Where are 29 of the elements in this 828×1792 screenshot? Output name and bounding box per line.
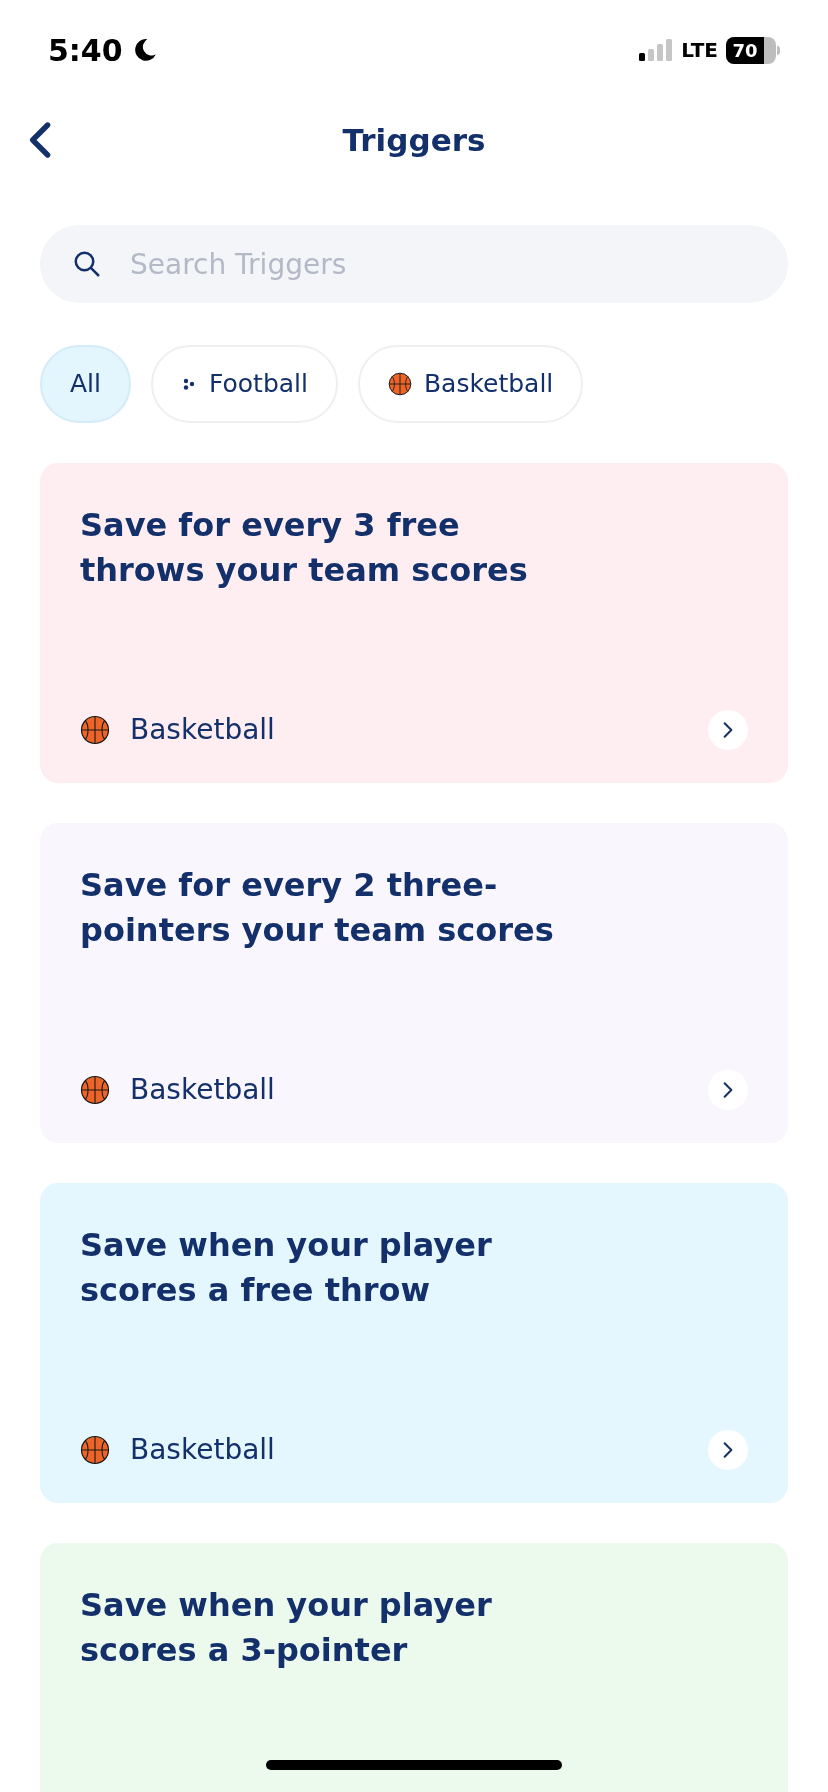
- sport-label: Basketball: [130, 712, 275, 748]
- search-icon: [72, 249, 102, 279]
- basketball-icon: [80, 1435, 110, 1465]
- network-label: LTE: [681, 37, 718, 64]
- filter-chip[interactable]: Football: [151, 345, 338, 423]
- chevron-button[interactable]: [708, 1070, 748, 1110]
- chevron-button[interactable]: [708, 710, 748, 750]
- status-time: 5:40: [48, 31, 123, 70]
- filter-chip[interactable]: Basketball: [357, 345, 584, 423]
- search-field[interactable]: Search Triggers: [40, 225, 788, 303]
- sport-label: Basketball: [130, 1072, 275, 1108]
- battery-indicator: 70: [726, 36, 780, 64]
- dots-icon: [181, 376, 197, 392]
- page-title: Triggers: [342, 120, 486, 160]
- trigger-card[interactable]: Save when your player scores a 3-pointer: [40, 1543, 788, 1792]
- trigger-title: Save when your player scores a free throw: [80, 1225, 493, 1311]
- signal-icon: [639, 39, 674, 61]
- trigger-card[interactable]: Save for every 2 three-pointers your team scores Basketball: [40, 823, 788, 1143]
- trigger-title: Save when your player scores a 3-pointer: [80, 1585, 493, 1671]
- basketball-icon: [80, 715, 110, 745]
- basketball-icon: [387, 372, 412, 396]
- trigger-title: Save for every 2 three-pointers your team scores: [80, 865, 555, 951]
- trigger-title: Save for every 3 free throws your team scores: [80, 505, 529, 591]
- trigger-card[interactable]: Save when your player scores a free throw Basketball: [40, 1183, 788, 1503]
- filter-chip[interactable]: All: [40, 345, 131, 423]
- basketball-icon: [80, 1075, 110, 1105]
- trigger-card[interactable]: Save for every 3 free throws your team scores Basketball: [40, 463, 788, 783]
- sport-label: Basketball: [130, 1432, 275, 1468]
- chevron-button[interactable]: [708, 1430, 748, 1470]
